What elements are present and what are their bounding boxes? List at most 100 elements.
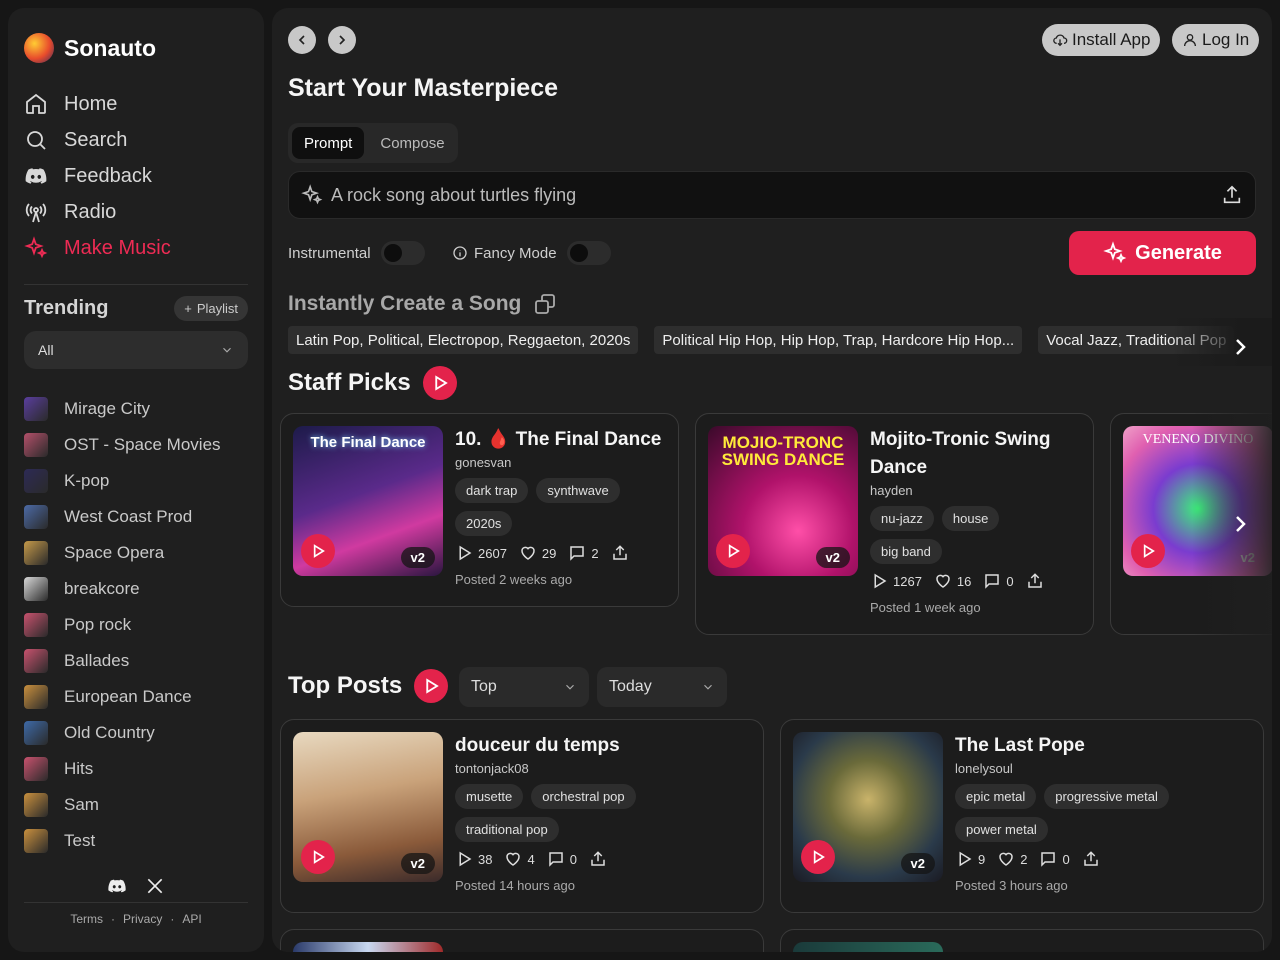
prompt-input[interactable] [331, 184, 1213, 206]
tag[interactable]: power metal [955, 817, 1048, 842]
share-stat[interactable] [1026, 572, 1044, 590]
play-button[interactable] [716, 534, 750, 568]
song-author[interactable]: gonesvan [455, 455, 666, 470]
play-button[interactable] [1131, 534, 1165, 568]
cover-art-text: The Final Dance [310, 434, 426, 451]
tag[interactable]: dark trap [455, 478, 529, 503]
top-posts-heading: Top Posts [288, 669, 449, 703]
song-author[interactable]: hayden [870, 483, 1081, 498]
trending-item[interactable]: West Coast Prod [24, 499, 248, 535]
tab-compose[interactable]: Compose [368, 127, 456, 159]
tag[interactable]: big band [870, 539, 942, 564]
trending-item[interactable]: European Dance [24, 679, 248, 715]
nav-item-home[interactable]: Home [24, 86, 248, 122]
song-card[interactable] [780, 929, 1264, 952]
terms-link[interactable]: Terms [70, 912, 103, 926]
tag[interactable]: orchestral pop [531, 784, 636, 809]
discord-icon[interactable] [107, 876, 127, 896]
song-title[interactable]: 10. 🩸 The Final Dance [455, 426, 666, 454]
trending-item[interactable]: Mirage City [24, 391, 248, 427]
likes-stat[interactable]: 16 [934, 572, 971, 590]
nav-item-feedback[interactable]: Feedback [24, 158, 248, 194]
trending-item[interactable]: OST - Space Movies [24, 427, 248, 463]
likes-stat[interactable]: 29 [519, 544, 556, 562]
nav-item-make-music[interactable]: Make Music [24, 230, 248, 266]
install-app-button[interactable]: Install App [1042, 24, 1161, 56]
style-chip[interactable]: Latin Pop, Political, Electropop, Reggae… [288, 326, 639, 354]
chevron-down-icon [566, 684, 574, 690]
trending-item[interactable]: Hits [24, 751, 248, 787]
trending-item-label: Sam [64, 795, 99, 814]
trending-item[interactable]: Old Country [24, 715, 248, 751]
trending-item-label: Space Opera [64, 543, 165, 562]
trending-item[interactable]: Ballades [24, 643, 248, 679]
song-stats: 9 2 0 [955, 850, 1251, 868]
trending-item[interactable]: K-pop [24, 463, 248, 499]
fancy-mode-toggle[interactable] [566, 241, 611, 265]
comments-stat[interactable]: 0 [1039, 850, 1070, 868]
tag[interactable]: epic metal [955, 784, 1037, 809]
song-card[interactable]: v2 douceur du temps tontonjack08 musette… [280, 719, 764, 913]
tag[interactable]: house [941, 506, 1000, 531]
trending-item[interactable]: Sam [24, 787, 248, 823]
tag[interactable]: progressive metal [1044, 784, 1169, 809]
sort-select[interactable]: Top [459, 667, 589, 707]
play-staff-picks-button[interactable] [422, 366, 457, 400]
comments-stat[interactable]: 0 [983, 572, 1014, 590]
style-chip[interactable]: Political Hip Hop, Hip Hop, Trap, Hardco… [654, 326, 1023, 354]
song-card[interactable]: v2 The Last Pope lonelysoul epic metal p… [780, 719, 1264, 913]
song-card[interactable] [280, 929, 764, 952]
trending-item-label: Hits [64, 759, 94, 778]
privacy-link[interactable]: Privacy [123, 912, 162, 926]
song-title[interactable]: Mojito-Tronic Swing Dance [870, 426, 1070, 482]
play-top-posts-button[interactable] [414, 669, 449, 703]
copy-icon[interactable] [533, 292, 557, 316]
play-button[interactable] [801, 840, 835, 874]
staff-next-icon[interactable] [1228, 512, 1252, 536]
share-stat[interactable] [611, 544, 629, 562]
song-card[interactable]: MOJIO-TRONC SWING DANCE v2 Mojito-Tronic… [695, 413, 1094, 635]
comments-stat[interactable]: 0 [547, 850, 577, 868]
song-card[interactable]: The Final Dance v2 10. 🩸 The Final Dance… [280, 413, 679, 607]
tag[interactable]: nu-jazz [870, 506, 934, 531]
upload-icon[interactable] [1221, 184, 1243, 206]
tag[interactable]: musette [455, 784, 524, 809]
tab-prompt[interactable]: Prompt [292, 127, 365, 159]
likes-stat[interactable]: 2 [997, 850, 1027, 868]
trending-item[interactable]: Test [24, 823, 248, 859]
generate-button[interactable]: Generate [1069, 231, 1256, 275]
share-icon [1027, 573, 1042, 588]
comments-stat[interactable]: 2 [568, 544, 599, 562]
trending-item[interactable]: Pop rock [24, 607, 248, 643]
likes-count: 4 [527, 851, 535, 867]
info-icon[interactable] [452, 245, 468, 261]
time-range-select[interactable]: Today [597, 667, 727, 707]
forward-button[interactable] [328, 26, 356, 54]
trending-filter-select[interactable]: All [24, 331, 248, 369]
song-author[interactable]: lonelysoul [955, 761, 1251, 776]
x-icon[interactable] [145, 876, 165, 896]
add-playlist-button[interactable]: + Playlist [174, 295, 248, 321]
song-title[interactable]: The Last Pope [955, 732, 1251, 760]
nav-item-radio[interactable]: Radio [24, 194, 248, 230]
tag[interactable]: synthwave [536, 478, 620, 503]
brand[interactable]: Sonauto [24, 8, 248, 88]
song-author[interactable]: tontonjack08 [455, 761, 751, 776]
nav-item-search[interactable]: Search [24, 122, 248, 158]
share-stat[interactable] [589, 850, 607, 868]
share-stat[interactable] [1082, 850, 1100, 868]
song-title[interactable]: douceur du temps [455, 732, 751, 760]
trending-item-label: breakcore [64, 579, 140, 598]
instrumental-toggle[interactable] [380, 241, 425, 265]
api-link[interactable]: API [182, 912, 201, 926]
tag[interactable]: traditional pop [455, 817, 559, 842]
trending-item[interactable]: Space Opera [24, 535, 248, 571]
likes-stat[interactable]: 4 [504, 850, 535, 868]
login-button[interactable]: Log In [1172, 24, 1260, 56]
chips-next-icon[interactable] [1228, 335, 1252, 359]
trending-item[interactable]: breakcore [24, 571, 248, 607]
play-button[interactable] [301, 840, 335, 874]
play-button[interactable] [301, 534, 335, 568]
back-button[interactable] [288, 26, 316, 54]
tag[interactable]: 2020s [455, 511, 513, 536]
